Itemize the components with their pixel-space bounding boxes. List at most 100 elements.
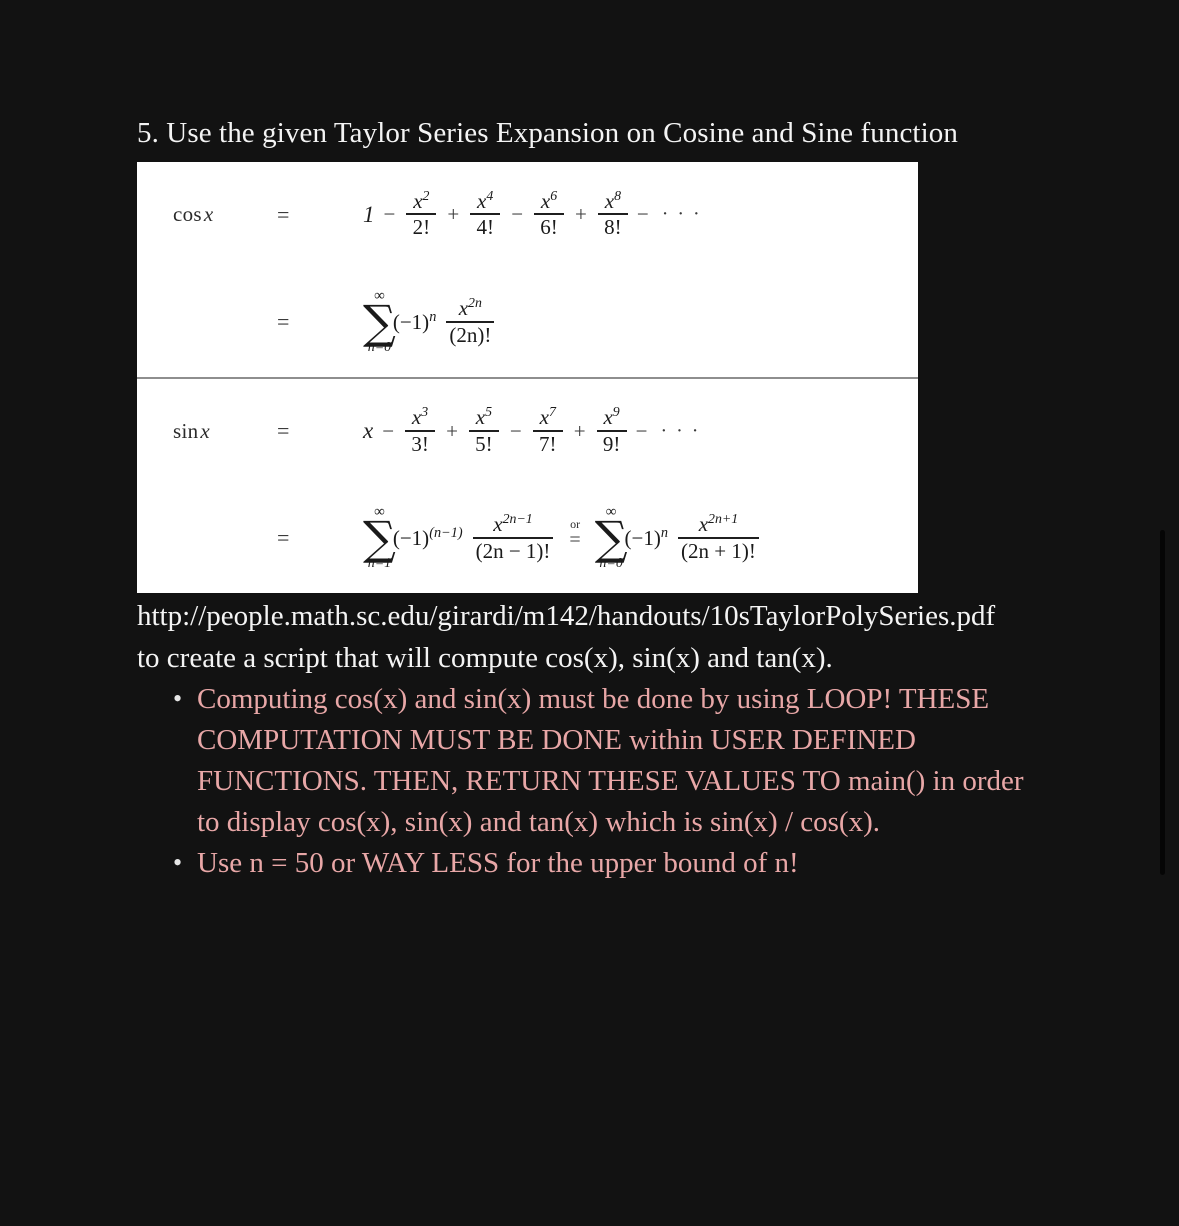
cosine-summation-sign-factor: (−1)n [393,309,436,335]
cosine-ellipsis: · · · [661,203,702,225]
cosine-label-fn: cos [173,202,202,226]
sine-summation-left-symbol: ∞ ∑ n=1 [363,504,396,572]
or-equals-sign: = [569,529,581,551]
cosine-term-3-denominator: 6! [540,215,558,239]
cosine-term-1-power: 2 [422,187,430,203]
sine-left-num-base: x [493,512,503,537]
sine-term-2-denominator: 5! [475,431,493,456]
cosine-term-1-numerator: x2 [410,187,432,213]
cosine-term-1-denominator: 2! [412,215,431,239]
cosine-summation-fraction: x2n (2n)! [446,296,495,347]
cosine-term-2-numerator: x4 [474,187,496,213]
cosine-term-2-denominator: 4! [476,215,494,239]
sine-tail-op: − [635,418,648,443]
sine-ellipsis: · · · [660,419,701,442]
sine-term-3-base: x [539,405,549,430]
taylor-series-formula-card: cosx = 1 − x2 2! + x4 4! − x6 6! + x8 8!… [137,162,918,593]
sine-summation-right-fraction: x2n+1 (2n + 1)! [678,512,759,563]
sine-summation-left-sign-factor: (−1)(n−1) [393,525,463,551]
sine-summation-right-lower-limit: n=0 [599,556,623,572]
cosine-summation-numerator: x2n [456,296,485,320]
sine-summation-right-symbol: ∞ ∑ n=0 [594,504,628,572]
source-url[interactable]: http://people.math.sc.edu/girardi/m142/h… [137,595,1037,637]
sine-formula-block: sinx = x − x3 3! + x5 5! − x7 7! + x9 9!… [137,379,918,593]
sine-summation-right-sign-factor: (−1)n [625,525,668,551]
cosine-label-var: x [203,202,214,226]
cosine-term-1-base: x [413,188,423,213]
sigma-icon: ∑ [363,294,396,349]
cosine-summation-row: = ∞ ∑ n=0 (−1)n x2n (2n)! [137,267,918,377]
vertical-scrollbar[interactable] [1160,530,1165,875]
cosine-sign-base: (−1) [392,310,430,334]
sine-left-num-power: 2n−1 [502,511,533,527]
sine-term-1-numerator: x3 [409,405,431,429]
cosine-summation-denominator: (2n)! [449,322,492,347]
sine-label-var: x [200,418,211,443]
sine-summation-left-denominator: (2n − 1)! [475,538,551,563]
sine-term-4-numerator: x9 [600,405,622,429]
sine-term-1-denominator: 3! [411,431,429,456]
sine-term-3: x7 7! [532,405,563,456]
sine-op-3: − [509,418,522,443]
sine-first-term: x [363,418,374,443]
page-title: 5. Use the given Taylor Series Expansion… [137,117,958,149]
sine-term-2-base: x [475,405,486,430]
sine-term-2-power: 5 [485,404,493,420]
instruction-line: to create a script that will compute cos… [137,642,833,674]
sine-term-4-power: 9 [612,404,620,420]
sine-left-sign-exponent: (n−1) [429,525,463,541]
sine-label-fn: sin [173,418,199,443]
cosine-term-4-denominator: 8! [604,215,622,239]
sine-expansion-row: sinx = x − x3 3! + x5 5! − x7 7! + x9 9!… [137,379,918,483]
sine-op-4: + [573,418,586,443]
requirements-list: Computing cos(x) and sin(x) must be done… [137,678,1037,884]
cosine-term-4-power: 8 [614,187,621,203]
sine-term-1: x3 3! [405,405,436,456]
cosine-summation-equals-sign: = [277,309,290,334]
cosine-term-4-base: x [604,188,615,213]
cosine-term-4: x8 8! [597,187,628,239]
sine-term-2: x5 5! [468,405,499,456]
cosine-term-2-power: 4 [486,187,494,203]
cosine-summation-lower-limit: n=0 [367,340,392,356]
sine-equals-sign: = [277,418,290,443]
sigma-icon: ∑ [363,510,396,565]
sine-summation-left-fraction: x2n−1 (2n − 1)! [472,512,554,563]
cosine-summation-symbol: ∞ ∑ n=0 [363,288,396,356]
sine-right-sign-base: (−1) [624,526,661,550]
sine-summation-equals-sign: = [277,525,290,550]
cosine-op-4: + [575,202,587,226]
sine-summation-left-numerator: x2n−1 [490,512,535,536]
sine-summation-row: = ∞ ∑ n=1 (−1)(n−1) x2n−1 (2n − 1)! or = [137,483,918,593]
sine-term-2-numerator: x5 [473,405,495,429]
sine-term-1-base: x [411,405,422,430]
list-item: Computing cos(x) and sin(x) must be done… [159,678,1037,843]
cosine-expansion-row: cosx = 1 − x2 2! + x4 4! − x6 6! + x8 8!… [137,162,918,267]
sine-label: sinx [173,419,277,444]
sine-term-3-denominator: 7! [539,431,557,456]
sine-term-4: x9 9! [596,405,627,456]
sine-right-num-base: x [698,512,709,537]
cosine-summation-num-base: x [458,296,469,321]
sine-term-3-power: 7 [548,404,556,420]
sigma-icon: ∑ [594,510,628,565]
cosine-tail-op: − [636,202,649,226]
sine-term-4-base: x [603,405,613,430]
sine-op-1: − [382,418,395,443]
sine-left-sign-base: (−1) [392,526,430,550]
cosine-formula-block: cosx = 1 − x2 2! + x4 4! − x6 6! + x8 8!… [137,162,918,377]
sine-term-4-denominator: 9! [602,431,621,456]
question-content: 5. Use the given Taylor Series Expansion… [137,112,1037,884]
cosine-term-4-numerator: x8 [602,187,624,213]
cosine-term-2-base: x [477,188,487,213]
sine-summation-right-denominator: (2n + 1)! [681,538,756,563]
cosine-term-2: x4 4! [470,187,501,239]
cosine-term-3-base: x [540,188,551,213]
cosine-label: cosx [173,202,277,227]
cosine-term-3-numerator: x6 [538,188,560,213]
cosine-op-3: − [511,202,524,226]
sine-summation-left-lower-limit: n=1 [367,556,392,572]
sine-term-3-numerator: x7 [537,405,559,429]
cosine-sign-exponent: n [429,309,437,325]
cosine-term-3: x6 6! [534,188,565,239]
